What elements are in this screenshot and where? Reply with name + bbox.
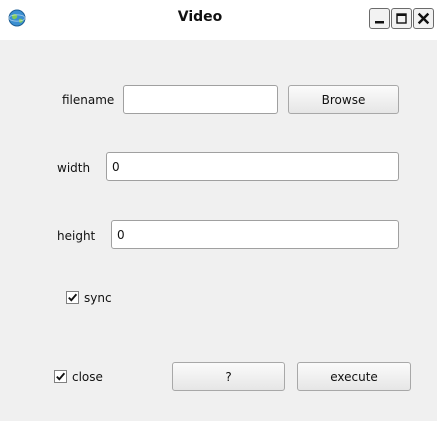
maximize-button[interactable]: [391, 8, 412, 29]
browse-button[interactable]: Browse: [288, 85, 399, 114]
help-button[interactable]: ?: [172, 362, 285, 391]
close-icon: [417, 12, 430, 25]
height-input[interactable]: [111, 220, 399, 249]
video-dialog: Video filename Browse width height: [0, 0, 439, 421]
height-label: height: [57, 229, 96, 243]
width-label: width: [57, 161, 91, 175]
maximize-icon: [396, 13, 407, 24]
sync-label: sync: [84, 291, 112, 305]
close-label: close: [72, 370, 103, 384]
window-title: Video: [177, 9, 223, 25]
title-bar[interactable]: Video: [0, 0, 439, 40]
close-window-button[interactable]: [413, 8, 434, 29]
checkmark-icon: [56, 372, 66, 381]
minimize-button[interactable]: [369, 8, 390, 29]
filename-input[interactable]: [123, 85, 278, 114]
filename-label: filename: [62, 93, 115, 107]
close-checkbox[interactable]: [54, 370, 67, 383]
minimize-icon: [375, 21, 384, 24]
width-input[interactable]: [106, 152, 399, 181]
sync-checkbox[interactable]: [66, 291, 79, 304]
checkmark-icon: [68, 293, 78, 302]
execute-button[interactable]: execute: [297, 362, 411, 391]
